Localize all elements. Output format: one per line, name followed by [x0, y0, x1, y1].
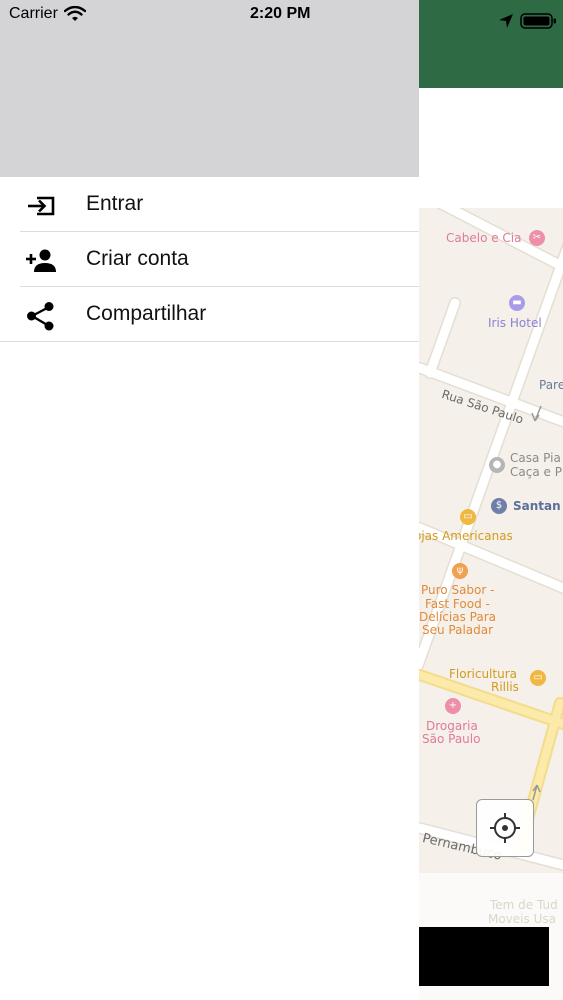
pharmacy-pin-icon[interactable]: + — [445, 698, 461, 714]
carrier-label: Carrier — [9, 5, 58, 22]
shop-pin-icon[interactable]: ● — [489, 457, 505, 473]
place-label: Rillis — [491, 680, 519, 694]
place-label: Cabelo e Cia — [446, 231, 522, 245]
wifi-icon — [63, 6, 86, 21]
flower-shop-pin-icon[interactable]: ▭ — [530, 670, 546, 686]
place-label: Puro Sabor - — [421, 583, 495, 597]
menu-item-entrar[interactable]: Entrar — [0, 177, 419, 232]
hotel-pin-icon[interactable]: ▬ — [509, 295, 525, 311]
food-pin-icon[interactable]: ψ — [452, 563, 468, 579]
status-time: 2:20 PM — [250, 5, 311, 22]
place-label: Seu Paladar — [422, 623, 494, 637]
menu-item-label: Compartilhar — [86, 302, 207, 325]
carrier-status: Carrier — [9, 5, 86, 23]
place-label: Pare — [539, 378, 563, 392]
divider — [0, 341, 419, 342]
place-label: Iris Hotel — [488, 316, 542, 330]
menu-item-label: Entrar — [86, 192, 144, 215]
place-label: ojas Americanas — [414, 529, 513, 543]
person-add-icon — [26, 249, 56, 272]
share-icon — [27, 302, 54, 331]
crosshair-icon — [490, 813, 520, 843]
store-pin-icon[interactable]: ▭ — [460, 509, 476, 525]
place-label: São Paulo — [422, 732, 481, 746]
drawer-menu: Entrar Criar conta Compartilhar — [0, 177, 419, 342]
place-label: Caça e P — [510, 465, 562, 479]
place-label: Santan — [513, 499, 561, 513]
menu-item-compartilhar[interactable]: Compartilhar — [0, 287, 419, 342]
bottom-banner[interactable] — [412, 927, 549, 986]
menu-item-criar-conta[interactable]: Criar conta — [0, 232, 419, 287]
location-arrow-icon — [499, 14, 513, 28]
restaurant-pin-icon[interactable]: ✂ — [529, 230, 545, 246]
menu-item-label: Criar conta — [86, 247, 189, 270]
locate-me-button[interactable] — [476, 799, 534, 857]
battery-icon — [520, 13, 556, 29]
bank-pin-icon[interactable]: $ — [491, 498, 507, 514]
drawer-header: Carrier 2:20 PM — [0, 0, 419, 177]
place-label: Moveis Usa — [488, 912, 556, 926]
place-label: Tem de Tud — [490, 898, 558, 912]
login-icon — [28, 196, 55, 216]
place-label: Casa Pia — [510, 451, 561, 465]
navigation-drawer: Carrier 2:20 PM Entrar Criar conta Compa… — [0, 0, 419, 1000]
